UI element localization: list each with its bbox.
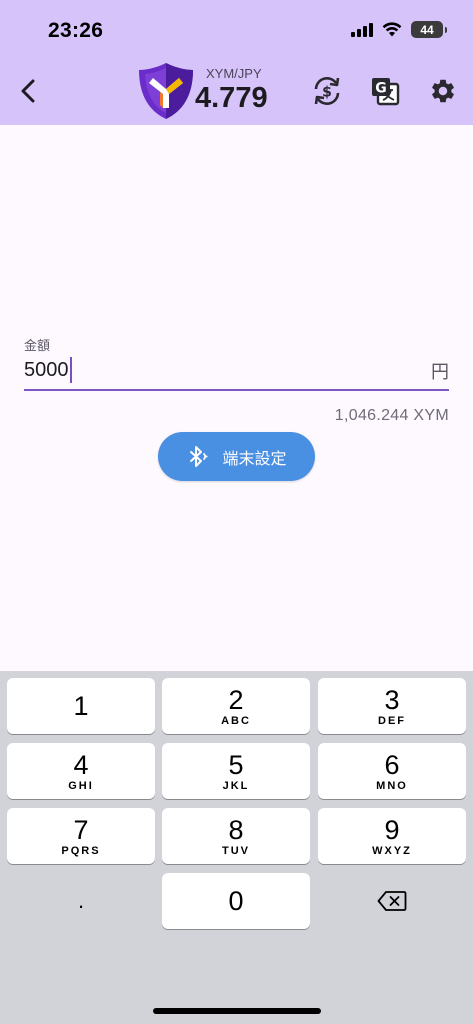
settings-button[interactable] xyxy=(426,74,460,108)
key-digit: 6 xyxy=(384,749,400,780)
key-letters: ABC xyxy=(221,714,251,727)
key-digit: 7 xyxy=(73,814,89,845)
amount-input-value: 5000 xyxy=(24,358,69,381)
delete-key[interactable] xyxy=(318,873,466,929)
back-button[interactable] xyxy=(12,74,46,108)
key-letters: WXYZ xyxy=(372,844,412,857)
key-digit: 2 xyxy=(228,684,244,715)
key-1[interactable]: 1 xyxy=(7,678,155,734)
svg-text:$: $ xyxy=(322,85,332,101)
key-digit: 4 xyxy=(73,749,89,780)
translate-button[interactable]: G xyxy=(368,74,402,108)
chevron-left-icon xyxy=(21,79,35,103)
key-7[interactable]: 7 PQRS xyxy=(7,808,155,864)
gear-icon xyxy=(432,79,454,103)
key-letters: PQRS xyxy=(61,844,101,857)
key-digit: 9 xyxy=(384,814,400,845)
battery-icon: 44 xyxy=(411,21,447,38)
currency-suffix: 円 xyxy=(431,362,449,382)
status-time: 23:26 xyxy=(48,19,104,42)
key-0[interactable]: 0 xyxy=(162,873,310,929)
key-letters: GHI xyxy=(68,779,94,792)
currency-exchange-button[interactable]: $ xyxy=(310,74,344,108)
amount-label: 金額 xyxy=(24,338,51,353)
currency-exchange-icon: $ xyxy=(314,77,340,105)
key-6[interactable]: 6 MNO xyxy=(318,743,466,799)
decimal-key[interactable]: . xyxy=(7,873,155,929)
screen: 23:26 44 XYM/JPY 4.779 $ G 金額 5000 円 1,0… xyxy=(0,0,473,1024)
translate-icon: G xyxy=(372,78,400,106)
battery-level: 44 xyxy=(420,22,434,37)
key-5[interactable]: 5 JKL xyxy=(162,743,310,799)
symbol-logo xyxy=(139,63,193,119)
key-letters: MNO xyxy=(376,779,408,792)
converted-amount: 1,046.244 XYM xyxy=(334,407,449,424)
text-caret xyxy=(69,357,72,383)
key-2[interactable]: 2 ABC xyxy=(162,678,310,734)
device-settings-label: 端末設定 xyxy=(222,450,287,468)
key-4[interactable]: 4 GHI xyxy=(7,743,155,799)
device-settings-button[interactable]: 端末設定 xyxy=(158,432,315,481)
signal-icon xyxy=(351,22,373,37)
status-icons: 44 xyxy=(351,21,447,38)
numeric-keypad: 1 2 ABC 3 DEF 4 GHI 5 JKL 6 MNO 7 PQRS 8… xyxy=(0,671,473,1024)
amount-input-underline xyxy=(24,389,449,391)
svg-text:G: G xyxy=(375,81,387,97)
key-digit: 1 xyxy=(73,691,89,721)
main-content: 金額 5000 円 1,046.244 XYM 端末設定 xyxy=(0,125,473,671)
key-digit: 5 xyxy=(228,749,244,780)
key-digit: 0 xyxy=(228,886,244,916)
key-digit: 8 xyxy=(228,814,244,845)
key-9[interactable]: 9 WXYZ xyxy=(318,808,466,864)
decimal-key-label: . xyxy=(77,888,85,913)
key-letters: TUV xyxy=(222,844,250,857)
app-bar: XYM/JPY 4.779 $ G xyxy=(0,60,473,125)
pair-label: XYM/JPY xyxy=(206,66,262,81)
home-indicator xyxy=(153,1008,321,1014)
wifi-icon xyxy=(382,22,402,37)
backspace-icon xyxy=(377,891,407,911)
key-letters: JKL xyxy=(222,779,250,792)
status-bar: 23:26 44 xyxy=(0,0,473,60)
key-8[interactable]: 8 TUV xyxy=(162,808,310,864)
amount-input[interactable]: 5000 xyxy=(24,357,72,383)
key-letters: DEF xyxy=(378,714,406,727)
key-digit: 3 xyxy=(384,684,400,715)
key-3[interactable]: 3 DEF xyxy=(318,678,466,734)
bluetooth-icon xyxy=(190,445,208,467)
rate-value: 4.779 xyxy=(195,82,268,114)
